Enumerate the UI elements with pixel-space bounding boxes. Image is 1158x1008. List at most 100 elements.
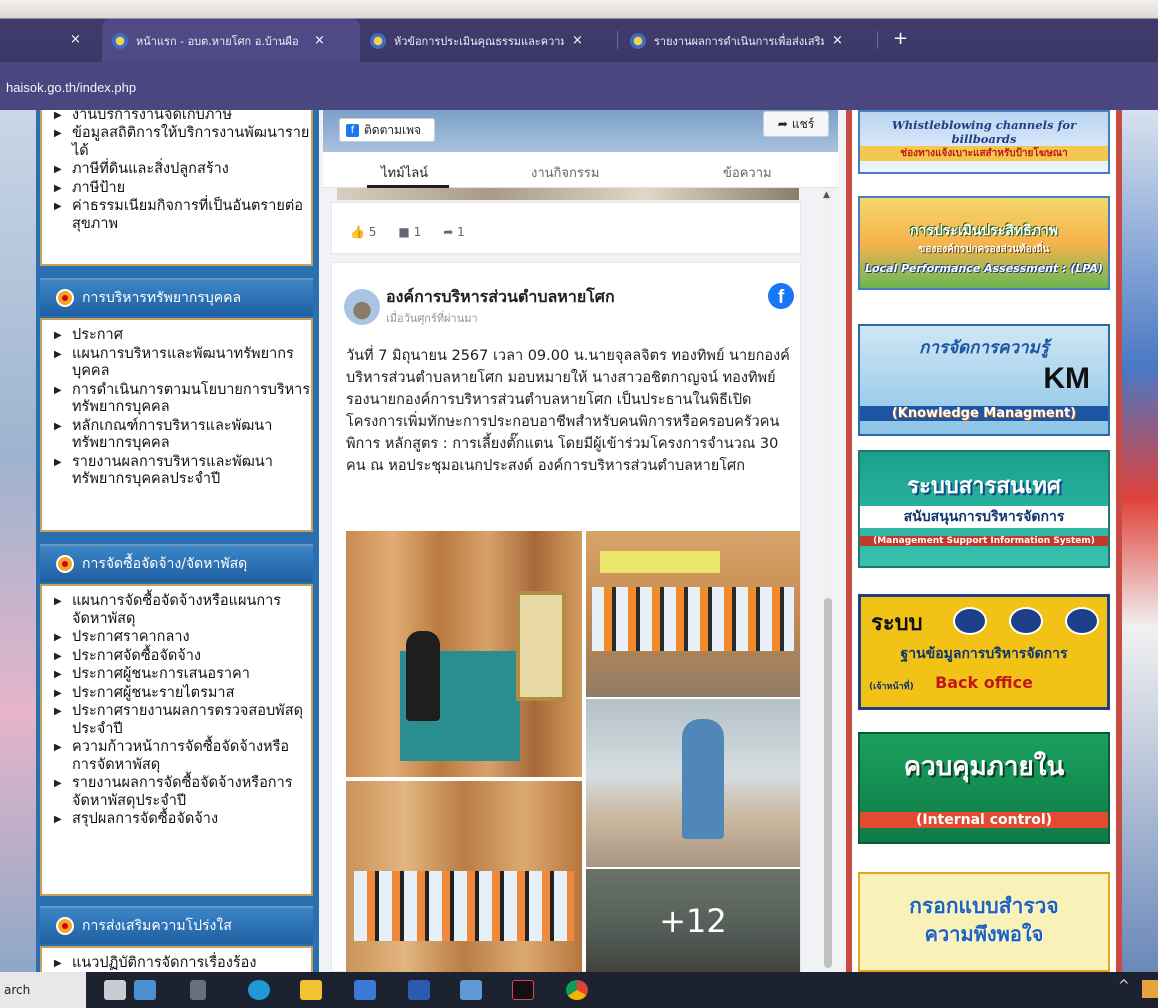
sidebar-link[interactable]: ประกาศจัดซื้อจัดจ้าง (42, 648, 311, 666)
portrait-frame-shape (516, 591, 566, 701)
km-banner[interactable]: การจัดการความรู้ KM (Knowledge Managment… (858, 324, 1110, 436)
sidebar-link[interactable]: ประกาศราคากลาง (42, 629, 311, 647)
like-icon: 👍 (350, 225, 369, 239)
post-photo[interactable] (346, 531, 582, 777)
store-icon[interactable] (354, 980, 376, 1000)
file-lock-icon[interactable] (104, 980, 126, 1000)
likes-count[interactable]: 👍 5 (350, 225, 376, 239)
tray-app-icon[interactable] (1142, 980, 1158, 998)
banner-title: ระบบสารสนเทศ (907, 474, 1061, 499)
taskbar-search-box[interactable]: arch (0, 972, 86, 1008)
sidebar-link[interactable]: รายงานผลการบริหารและพัฒนาทรัพยากรบุคคลปร… (42, 454, 311, 489)
more-photos-overlay[interactable]: +12 (586, 869, 800, 972)
tray-expand-icon[interactable]: ^ (1118, 978, 1130, 994)
shares-value: 1 (457, 225, 465, 239)
share-button[interactable]: ➦ แชร์ (763, 111, 829, 137)
sidebar-link[interactable]: แผนการจัดซื้อจัดจ้างหรือแผนการจัดหาพัสดุ (42, 593, 311, 628)
tab-events[interactable]: งานกิจกรรม (531, 162, 599, 183)
section-title: การบริหารทรัพยากรบุคคล (82, 290, 242, 306)
tab-close-icon[interactable]: × (832, 33, 843, 48)
section-title: การส่งเสริมความโปร่งใส (82, 918, 232, 934)
post-photo[interactable] (586, 531, 800, 697)
revenue-links-box: งานบริการงานจัดเก็บภาษี ข้อมูลสถิติการให… (40, 110, 313, 266)
tab-messages[interactable]: ข้อความ (723, 162, 772, 183)
section-header-transparency: การส่งเสริมความโปร่งใส (40, 906, 313, 944)
tiktok-icon[interactable] (512, 980, 534, 1000)
post-photo[interactable] (346, 781, 582, 972)
sidebar-link[interactable]: ความก้าวหน้าการจัดซื้อจัดจ้างหรือการจัดห… (42, 739, 311, 774)
sidebar-link[interactable]: ภาษีป้าย (42, 180, 311, 198)
file-explorer-icon[interactable] (300, 980, 322, 1000)
browser-tab-ita[interactable]: หัวข้อการประเมินคุณธรรมและความโปร่งใส × (360, 19, 618, 62)
sidebar-link[interactable]: สรุปผลการจัดซื้อจัดจ้าง (42, 811, 311, 829)
sidebar-link[interactable]: ประกาศรายงานผลการตรวจสอบพัสดุประจำปี (42, 703, 311, 738)
site-favicon-icon (630, 32, 646, 49)
signal-chart-icon (1065, 607, 1099, 635)
sidebar-link[interactable]: ค่าธรรมเนียมกิจการที่เป็นอันตรายต่อสุขภา… (42, 198, 311, 233)
group-shape (354, 871, 574, 941)
task-view-icon[interactable] (190, 980, 206, 1000)
banner-title-en: Back office (935, 673, 1033, 692)
sidebar-link[interactable]: งานบริการงานจัดเก็บภาษี (42, 110, 311, 124)
post-timestamp[interactable]: เมื่อวันศุกร์ที่ผ่านมา (386, 309, 478, 327)
right-banner-column: Whistleblowing channels for billboards ช… (846, 110, 1122, 972)
new-tab-button[interactable]: + (893, 28, 908, 49)
tab-close-icon[interactable]: × (70, 32, 81, 47)
calculator-icon[interactable] (460, 980, 482, 1000)
browser-tab-report[interactable]: รายงานผลการดำเนินการเพื่อส่งเสริม × (620, 19, 878, 62)
follow-page-button[interactable]: f ติดตามเพจ (339, 118, 435, 142)
sidebar-link[interactable]: ประกาศผู้ชนะการเสนอราคา (42, 666, 311, 684)
lpa-banner[interactable]: การประเมินประสิทธิภาพ ขององค์กรปกครองส่ว… (858, 196, 1110, 290)
chrome-browser-icon[interactable] (566, 980, 588, 1000)
address-bar[interactable] (0, 62, 1158, 110)
reaction-counts: 👍 5 ■ 1 ➦ 1 (350, 225, 465, 239)
banner-title-en: (Management Support Information System) (860, 536, 1108, 546)
sidebar-link[interactable]: ประกาศ (42, 327, 311, 345)
satisfaction-survey-banner[interactable]: กรอกแบบสำรวจ ความพึงพอใจ (858, 872, 1110, 972)
tab-title: หน้าแรก - อบต.หายโศก อ.บ้านผือ (136, 34, 299, 48)
post-author[interactable]: องค์การบริหารส่วนตำบลหายโศก (386, 285, 615, 310)
post-photo[interactable] (586, 699, 800, 867)
internal-control-banner[interactable]: ควบคุมภายใน (Internal control) (858, 732, 1110, 844)
tab-timeline[interactable]: ไทม์ไลน์ (381, 162, 428, 183)
sidebar-link[interactable]: รายงานผลการจัดซื้อจัดจ้างหรือการจัดหาพัส… (42, 775, 311, 810)
sidebar-link[interactable]: ประกาศผู้ชนะรายไตรมาส (42, 685, 311, 703)
hr-links-box: ประกาศ แผนการบริหารและพัฒนาทรัพยากรบุคคล… (40, 318, 313, 532)
facebook-logo-icon[interactable]: f (768, 283, 794, 309)
browser-tab-home[interactable]: หน้าแรก - อบต.หายโศก อ.บ้านผือ × (102, 19, 360, 62)
page-avatar[interactable] (344, 289, 380, 325)
mis-banner[interactable]: ระบบสารสนเทศ สนับสนุนการบริหารจัดการ (Ma… (858, 450, 1110, 568)
scroll-up-arrow-icon[interactable]: ▲ (823, 190, 830, 200)
back-office-banner[interactable]: ระบบ ฐานข้อมูลการบริหารจัดการ (เจ้าหน้าท… (858, 594, 1110, 710)
scrollbar-thumb[interactable] (824, 598, 832, 968)
comments-count[interactable]: ■ 1 (398, 225, 421, 239)
left-sidebar: งานบริการงานจัดเก็บภาษี ข้อมูลสถิติการให… (36, 110, 319, 972)
feed-scrollbar[interactable]: ▲ (823, 188, 833, 968)
sidebar-link[interactable]: หลักเกณฑ์การบริหารและพัฒนาทรัพยากรบุคคล (42, 418, 311, 453)
likes-value: 5 (368, 225, 377, 239)
page-background-left (0, 110, 36, 972)
tab-title: หัวข้อการประเมินคุณธรรมและความโปร่งใส (394, 34, 564, 48)
widgets-icon[interactable] (134, 980, 156, 1000)
share-arrow-icon: ➦ (443, 225, 458, 239)
banner-list: Whistleblowing channels for billboards ช… (852, 110, 1116, 972)
sidebar-link[interactable]: แผนการบริหารและพัฒนาทรัพยากรบุคคล (42, 346, 311, 381)
shares-count[interactable]: ➦ 1 (443, 225, 465, 239)
banner-abbreviation: KM (1043, 362, 1090, 395)
post-photo[interactable]: +12 (586, 869, 800, 972)
previous-post-image[interactable] (337, 188, 799, 200)
speaker-shape (682, 719, 724, 839)
sidebar-link[interactable]: การดำเนินการตามนโยบายการบริหารทรัพยากรบุ… (42, 382, 311, 417)
word-icon[interactable] (408, 980, 430, 1000)
banner-title: การประเมินประสิทธิภาพ (910, 223, 1058, 239)
sidebar-link[interactable]: ข้อมูลสถิติการให้บริการงานพัฒนารายได้ (42, 125, 311, 160)
whistleblowing-banner[interactable]: Whistleblowing channels for billboards ช… (858, 110, 1110, 174)
sidebar-link[interactable]: แนวปฏิบัติการจัดการเรื่องร้อง (42, 955, 311, 972)
tab-close-icon[interactable]: × (572, 33, 583, 48)
group-shape (592, 587, 794, 651)
banner-title-en: Whistleblowing channels for billboards (891, 118, 1077, 146)
sidebar-link[interactable]: ภาษีที่ดินและสิ่งปลูกสร้าง (42, 161, 311, 179)
edge-browser-icon[interactable] (248, 980, 270, 1000)
tab-close-icon[interactable]: × (314, 33, 325, 48)
url-text[interactable]: haisok.go.th/index.php (6, 80, 136, 95)
